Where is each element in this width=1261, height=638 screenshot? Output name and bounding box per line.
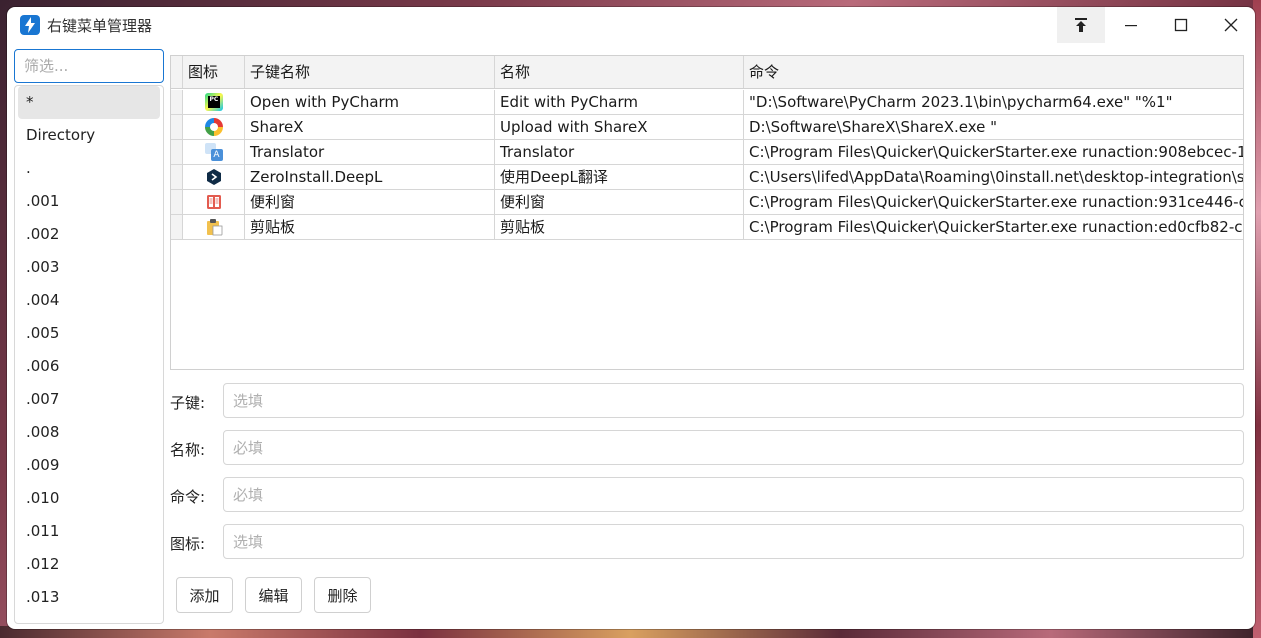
row-header xyxy=(171,215,183,239)
row-key-cell: Translator xyxy=(245,140,495,164)
sharex-icon xyxy=(204,118,223,136)
row-icon-cell xyxy=(183,115,245,139)
close-icon xyxy=(1224,18,1238,32)
key-field[interactable] xyxy=(223,383,1244,418)
table-row[interactable]: ShareX Upload with ShareX D:\Software\Sh… xyxy=(171,115,1243,140)
table-row[interactable]: A Translator Translator C:\Program Files… xyxy=(171,140,1243,165)
minimize-button[interactable] xyxy=(1107,7,1155,43)
row-command-cell: C:\Program Files\Quicker\QuickerStarter.… xyxy=(744,215,1243,239)
column-header-command[interactable]: 命令 xyxy=(744,56,1243,88)
row-header xyxy=(171,115,183,139)
add-button[interactable]: 添加 xyxy=(176,577,233,613)
filter-input[interactable] xyxy=(14,49,164,83)
extension-list-item[interactable]: .013 xyxy=(18,581,160,614)
icon-field-label: 图标: xyxy=(170,535,206,553)
delete-button[interactable]: 删除 xyxy=(314,577,371,613)
table-header: 图标 子键名称 名称 命令 xyxy=(171,56,1243,89)
extension-list-item[interactable]: .005 xyxy=(18,317,160,350)
extension-list-item[interactable]: .001 xyxy=(18,185,160,218)
row-name-cell: 使用DeepL翻译 xyxy=(495,165,744,189)
icon-field[interactable] xyxy=(223,524,1244,559)
extension-list-item[interactable]: * xyxy=(18,86,160,119)
row-icon-cell xyxy=(183,190,245,214)
column-header-key[interactable]: 子键名称 xyxy=(245,56,495,88)
edit-button[interactable]: 编辑 xyxy=(245,577,302,613)
context-menu-table: 图标 子键名称 名称 命令 PC Open with PyCharm Edit … xyxy=(170,55,1244,370)
extension-list-item[interactable]: . xyxy=(18,152,160,185)
extension-list-item[interactable]: .007 xyxy=(18,383,160,416)
row-key-cell: ZeroInstall.DeepL xyxy=(245,165,495,189)
name-field[interactable] xyxy=(223,430,1244,465)
minimize-icon xyxy=(1125,25,1137,27)
titlebar: 右键菜单管理器 xyxy=(7,7,1255,43)
table-corner xyxy=(171,56,183,88)
pin-to-top-button[interactable] xyxy=(1057,7,1105,43)
table-row[interactable]: PC Open with PyCharm Edit with PyCharm "… xyxy=(171,90,1243,115)
row-icon-cell: A xyxy=(183,140,245,164)
clipboard-icon xyxy=(206,219,222,236)
extension-list-item[interactable]: .011 xyxy=(18,515,160,548)
row-icon-cell: PC xyxy=(183,90,245,114)
extension-list-item[interactable]: .004 xyxy=(18,284,160,317)
table-row[interactable]: 剪贴板 剪贴板 C:\Program Files\Quicker\Quicker… xyxy=(171,215,1243,240)
pycharm-icon: PC xyxy=(204,93,223,111)
row-name-cell: 剪贴板 xyxy=(495,215,744,239)
table-row[interactable]: ZeroInstall.DeepL 使用DeepL翻译 C:\Users\lif… xyxy=(171,165,1243,190)
row-key-cell: Open with PyCharm xyxy=(245,90,495,114)
row-key-cell: 剪贴板 xyxy=(245,215,495,239)
column-header-icon[interactable]: 图标 xyxy=(183,56,245,88)
row-header xyxy=(171,165,183,189)
extension-list-item[interactable]: Directory xyxy=(18,119,160,152)
row-name-cell: Edit with PyCharm xyxy=(495,90,744,114)
extension-list-item[interactable]: .008 xyxy=(18,416,160,449)
row-key-cell: ShareX xyxy=(245,115,495,139)
row-header xyxy=(171,90,183,114)
window-title: 右键菜单管理器 xyxy=(47,17,153,35)
row-header xyxy=(171,140,183,164)
extension-list-item[interactable]: .002 xyxy=(18,218,160,251)
extension-list-item[interactable]: .003 xyxy=(18,251,160,284)
row-name-cell: Translator xyxy=(495,140,744,164)
extension-list-item[interactable]: .006 xyxy=(18,350,160,383)
row-command-cell: C:\Program Files\Quicker\QuickerStarter.… xyxy=(744,190,1243,214)
maximize-icon xyxy=(1174,18,1188,32)
command-field[interactable] xyxy=(223,477,1244,512)
key-field-label: 子键: xyxy=(170,394,206,412)
extension-list-item[interactable]: .009 xyxy=(18,449,160,482)
deepl-icon xyxy=(206,169,221,185)
row-command-cell: D:\Software\ShareX\ShareX.exe " xyxy=(744,115,1243,139)
row-header xyxy=(171,190,183,214)
notepad-icon xyxy=(206,195,221,209)
row-icon-cell xyxy=(183,165,245,189)
table-row[interactable]: 便利窗 便利窗 C:\Program Files\Quicker\Quicker… xyxy=(171,190,1243,215)
row-command-cell: C:\Program Files\Quicker\QuickerStarter.… xyxy=(744,140,1243,164)
row-name-cell: Upload with ShareX xyxy=(495,115,744,139)
pin-to-top-icon xyxy=(1075,18,1087,32)
row-name-cell: 便利窗 xyxy=(495,190,744,214)
row-command-cell: C:\Users\lifed\AppData\Roaming\0install.… xyxy=(744,165,1243,189)
row-key-cell: 便利窗 xyxy=(245,190,495,214)
maximize-button[interactable] xyxy=(1157,7,1205,43)
extension-list-item[interactable]: .010 xyxy=(18,482,160,515)
extension-list-item[interactable]: .012 xyxy=(18,548,160,581)
column-header-name[interactable]: 名称 xyxy=(495,56,744,88)
command-field-label: 命令: xyxy=(170,488,206,506)
row-icon-cell xyxy=(183,215,245,239)
app-window: 右键菜单管理器 * Directory . .001 .002 .003 .00… xyxy=(7,7,1255,629)
close-button[interactable] xyxy=(1207,7,1255,43)
row-command-cell: "D:\Software\PyCharm 2023.1\bin\pycharm6… xyxy=(744,90,1243,114)
translator-icon: A xyxy=(204,143,223,161)
extension-list[interactable]: * Directory . .001 .002 .003 .004 .005 .… xyxy=(14,85,164,624)
name-field-label: 名称: xyxy=(170,441,206,459)
app-logo-icon xyxy=(20,15,40,35)
